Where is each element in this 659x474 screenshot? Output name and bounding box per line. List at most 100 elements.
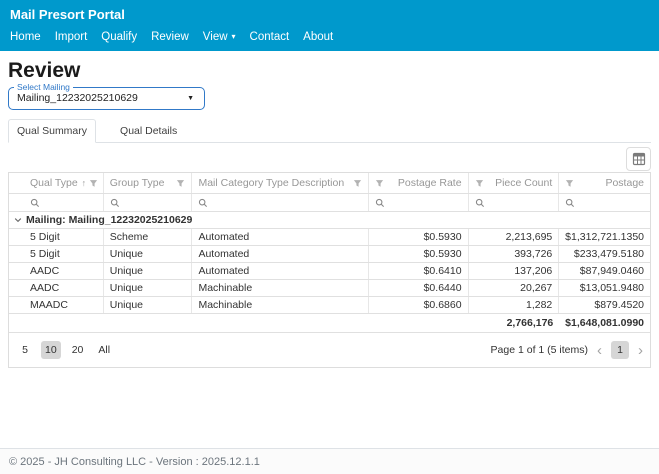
grid-filter-row bbox=[9, 194, 650, 212]
filter-icon[interactable] bbox=[353, 179, 362, 188]
filter-icon[interactable] bbox=[565, 179, 574, 188]
cell-postage-rate: $0.5930 bbox=[369, 246, 469, 262]
filter-icon[interactable] bbox=[176, 179, 185, 188]
column-header-group-type[interactable]: Group Type bbox=[104, 173, 193, 193]
column-label: Qual Type bbox=[30, 177, 78, 189]
nav-item-view[interactable]: View ▾ bbox=[203, 31, 236, 43]
nav-item-qualify[interactable]: Qualify bbox=[101, 31, 137, 43]
grid-toolbar bbox=[8, 145, 651, 172]
export-button[interactable] bbox=[626, 147, 651, 171]
header-icons bbox=[172, 179, 185, 188]
table-row[interactable]: 5 Digit Scheme Automated $0.5930 2,213,6… bbox=[9, 229, 650, 246]
next-page-icon[interactable]: › bbox=[638, 343, 643, 358]
group-row-mailing[interactable]: Mailing: Mailing_12232025210629 bbox=[9, 212, 650, 229]
total-empty bbox=[9, 314, 104, 332]
cell-mail-category: Automated bbox=[192, 229, 368, 245]
column-header-mail-category[interactable]: Mail Category Type Description bbox=[192, 173, 368, 193]
total-postage: $1,648,081.0990 bbox=[559, 314, 650, 332]
search-icon bbox=[375, 198, 385, 208]
page-size-5[interactable]: 5 bbox=[16, 341, 34, 359]
cell-qual-type: 5 Digit bbox=[9, 229, 104, 245]
page-size-all[interactable]: All bbox=[94, 341, 114, 359]
table-row[interactable]: MAADC Unique Machinable $0.6860 1,282 $8… bbox=[9, 297, 650, 314]
total-piece-count: 2,766,176 bbox=[469, 314, 560, 332]
column-label: Group Type bbox=[110, 177, 165, 189]
qual-summary-grid: Qual Type ↑ Group Type Mail Category Typ… bbox=[8, 172, 651, 368]
column-header-qual-type[interactable]: Qual Type ↑ bbox=[9, 173, 104, 193]
cell-group-type: Unique bbox=[104, 246, 193, 262]
filter-input-qual-type[interactable] bbox=[9, 194, 104, 211]
select-mailing-dropdown[interactable]: Select Mailing Mailing_12232025210629 ▼ bbox=[8, 87, 205, 110]
cell-postage-rate: $0.5930 bbox=[369, 229, 469, 245]
filter-input-postage[interactable] bbox=[559, 194, 650, 211]
cell-piece-count: 137,206 bbox=[469, 263, 560, 279]
cell-mail-category: Machinable bbox=[192, 297, 368, 313]
cell-group-type: Scheme bbox=[104, 229, 193, 245]
filter-input-piece-count[interactable] bbox=[469, 194, 560, 211]
page-size-20[interactable]: 20 bbox=[68, 341, 88, 359]
collapse-chevron-icon[interactable] bbox=[14, 216, 26, 224]
cell-qual-type: AADC bbox=[9, 263, 104, 279]
filter-icon[interactable] bbox=[475, 179, 484, 188]
cell-postage-rate: $0.6860 bbox=[369, 297, 469, 313]
app-header: Mail Presort Portal Home Import Qualify … bbox=[0, 0, 659, 51]
app-window: Mail Presort Portal Home Import Qualify … bbox=[0, 0, 659, 474]
cell-postage: $1,312,721.1350 bbox=[559, 229, 650, 245]
tab-qual-summary[interactable]: Qual Summary bbox=[8, 119, 96, 143]
filter-icon[interactable] bbox=[375, 179, 384, 188]
column-header-postage-rate[interactable]: Postage Rate bbox=[369, 173, 469, 193]
total-empty bbox=[369, 314, 469, 332]
cell-piece-count: 20,267 bbox=[469, 280, 560, 296]
cell-mail-category: Machinable bbox=[192, 280, 368, 296]
nav-item-about[interactable]: About bbox=[303, 31, 333, 43]
pager-navigation: Page 1 of 1 (5 items) ‹ 1 › bbox=[491, 341, 643, 359]
nav-item-import[interactable]: Import bbox=[55, 31, 88, 43]
tab-bar: Qual Summary Qual Details bbox=[8, 121, 651, 143]
nav-item-contact[interactable]: Contact bbox=[250, 31, 290, 43]
app-footer: © 2025 - JH Consulting LLC - Version : 2… bbox=[0, 448, 659, 474]
group-row-label: Mailing: Mailing_12232025210629 bbox=[26, 214, 192, 226]
table-row[interactable]: 5 Digit Unique Automated $0.5930 393,726… bbox=[9, 246, 650, 263]
main-nav: Home Import Qualify Review View ▾ Contact… bbox=[10, 31, 649, 43]
column-label: Postage bbox=[605, 177, 644, 189]
app-title: Mail Presort Portal bbox=[10, 7, 649, 22]
page-size-selector: 5 10 20 All bbox=[16, 341, 114, 359]
filter-input-postage-rate[interactable] bbox=[369, 194, 469, 211]
cell-postage: $233,479.5180 bbox=[559, 246, 650, 262]
table-row[interactable]: AADC Unique Machinable $0.6440 20,267 $1… bbox=[9, 280, 650, 297]
chevron-down-icon: ▾ bbox=[232, 33, 236, 41]
filter-input-mail-category[interactable] bbox=[192, 194, 368, 211]
cell-group-type: Unique bbox=[104, 297, 193, 313]
export-xlsx-icon bbox=[632, 152, 646, 166]
search-icon bbox=[30, 198, 40, 208]
nav-item-view-label: View bbox=[203, 31, 228, 43]
cell-qual-type: 5 Digit bbox=[9, 246, 104, 262]
column-label: Postage Rate bbox=[398, 177, 462, 189]
page-number-button[interactable]: 1 bbox=[611, 341, 629, 359]
column-label: Mail Category Type Description bbox=[198, 177, 344, 189]
header-icons: ↑ bbox=[78, 179, 99, 188]
page-size-10[interactable]: 10 bbox=[41, 341, 61, 359]
dropdown-caret-icon: ▼ bbox=[187, 95, 194, 102]
total-empty bbox=[192, 314, 368, 332]
filter-icon[interactable] bbox=[89, 179, 98, 188]
cell-mail-category: Automated bbox=[192, 246, 368, 262]
search-icon bbox=[110, 198, 120, 208]
cell-group-type: Unique bbox=[104, 280, 193, 296]
column-header-piece-count[interactable]: Piece Count bbox=[469, 173, 560, 193]
nav-item-review[interactable]: Review bbox=[151, 31, 189, 43]
grid-total-row: 2,766,176 $1,648,081.0990 bbox=[9, 314, 650, 333]
column-header-postage[interactable]: Postage bbox=[559, 173, 650, 193]
cell-piece-count: 2,213,695 bbox=[469, 229, 560, 245]
cell-mail-category: Automated bbox=[192, 263, 368, 279]
previous-page-icon[interactable]: ‹ bbox=[597, 343, 602, 358]
cell-postage: $13,051.9480 bbox=[559, 280, 650, 296]
cell-postage: $87,949.0460 bbox=[559, 263, 650, 279]
cell-piece-count: 393,726 bbox=[469, 246, 560, 262]
filter-input-group-type[interactable] bbox=[104, 194, 193, 211]
header-icons bbox=[349, 179, 362, 188]
tab-qual-details[interactable]: Qual Details bbox=[96, 120, 186, 142]
table-row[interactable]: AADC Unique Automated $0.6410 137,206 $8… bbox=[9, 263, 650, 280]
cell-qual-type: AADC bbox=[9, 280, 104, 296]
nav-item-home[interactable]: Home bbox=[10, 31, 41, 43]
